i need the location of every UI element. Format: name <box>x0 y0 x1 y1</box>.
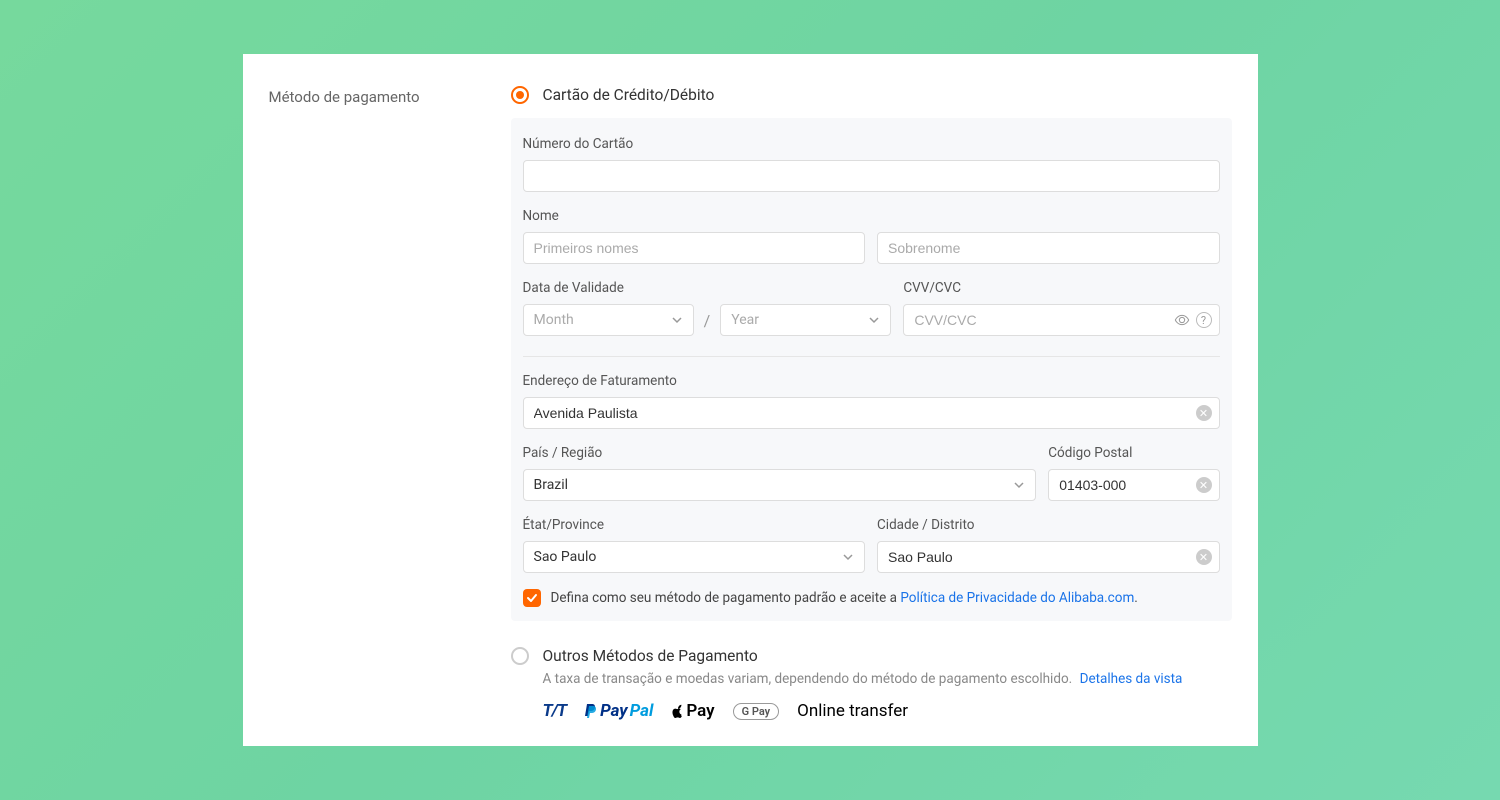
postal-input[interactable] <box>1048 469 1219 501</box>
clear-icon[interactable]: ✕ <box>1196 477 1212 493</box>
city-field: Cidade / Distrito ✕ <box>877 517 1220 573</box>
credit-card-radio-row[interactable]: Cartão de Crédito/Débito <box>511 86 1232 104</box>
country-field: País / Região Brazil <box>523 445 1037 501</box>
name-label: Nome <box>523 208 1220 224</box>
state-field: État/Province Sao Paulo <box>523 517 866 573</box>
cvv-input[interactable] <box>903 304 1219 336</box>
divider <box>523 356 1220 357</box>
first-name-input[interactable] <box>523 232 866 264</box>
clear-icon[interactable]: ✕ <box>1196 549 1212 565</box>
section-title: Método de pagamento <box>269 88 511 106</box>
postal-label: Código Postal <box>1048 445 1219 461</box>
payment-card: Método de pagamento Cartão de Crédito/Dé… <box>243 54 1258 746</box>
state-value: Sao Paulo <box>534 549 597 565</box>
credit-card-form: Número do Cartão Nome Data de Validade M… <box>511 118 1232 621</box>
other-methods-radio-row[interactable]: Outros Métodos de Pagamento <box>511 647 1232 665</box>
year-placeholder: Year <box>731 312 759 328</box>
expiry-label: Data de Validade <box>523 280 892 296</box>
state-select[interactable]: Sao Paulo <box>523 541 866 573</box>
applepay-logo: Pay <box>671 701 714 721</box>
last-name-input[interactable] <box>877 232 1220 264</box>
cvv-label: CVV/CVC <box>903 280 1219 296</box>
city-label: Cidade / Distrito <box>877 517 1220 533</box>
card-number-label: Número do Cartão <box>523 136 1220 152</box>
default-payment-checkbox[interactable] <box>523 589 541 607</box>
eye-icon[interactable] <box>1174 312 1190 328</box>
help-icon[interactable]: ? <box>1196 312 1212 328</box>
paypal-logo: PayPal <box>584 701 653 721</box>
other-methods-radio[interactable] <box>511 647 529 665</box>
billing-label: Endereço de Faturamento <box>523 373 1220 389</box>
expiry-separator: / <box>702 304 713 336</box>
default-payment-row: Defina como seu método de pagamento padr… <box>523 589 1220 607</box>
chevron-down-icon <box>842 551 854 563</box>
cvv-field: CVV/CVC ? <box>903 280 1219 336</box>
name-field: Nome <box>523 208 1220 264</box>
billing-input[interactable] <box>523 397 1220 429</box>
state-label: État/Province <box>523 517 866 533</box>
other-methods-subtitle: A taxa de transação e moedas variam, dep… <box>543 671 1232 687</box>
city-input[interactable] <box>877 541 1220 573</box>
other-methods-section: Outros Métodos de Pagamento A taxa de tr… <box>511 647 1232 721</box>
tt-logo: T/T <box>543 701 567 721</box>
month-placeholder: Month <box>534 312 574 328</box>
other-methods-radio-label: Outros Métodos de Pagamento <box>543 647 758 665</box>
credit-card-radio[interactable] <box>511 86 529 104</box>
privacy-policy-link[interactable]: Política de Privacidade do Alibaba.com <box>900 590 1134 606</box>
card-number-field: Número do Cartão <box>523 136 1220 192</box>
gpay-logo: G Pay <box>733 703 780 720</box>
payment-logos: T/T PayPal Pay G Pay Online transfer <box>543 701 1232 721</box>
billing-field: Endereço de Faturamento ✕ <box>523 373 1220 429</box>
postal-field: Código Postal ✕ <box>1048 445 1219 501</box>
month-select[interactable]: Month <box>523 304 694 336</box>
right-column: Cartão de Crédito/Débito Número do Cartã… <box>511 86 1232 714</box>
credit-card-radio-label: Cartão de Crédito/Débito <box>543 86 715 104</box>
left-column: Método de pagamento <box>269 86 511 714</box>
chevron-down-icon <box>868 314 880 326</box>
country-value: Brazil <box>534 477 569 493</box>
online-transfer-logo: Online transfer <box>797 701 908 721</box>
country-label: País / Região <box>523 445 1037 461</box>
year-select[interactable]: Year <box>720 304 891 336</box>
details-link[interactable]: Detalhes da vista <box>1080 671 1183 687</box>
country-select[interactable]: Brazil <box>523 469 1037 501</box>
expiry-field: Data de Validade Month / Year <box>523 280 892 336</box>
clear-icon[interactable]: ✕ <box>1196 405 1212 421</box>
default-payment-text: Defina como seu método de pagamento padr… <box>551 590 1138 606</box>
card-number-input[interactable] <box>523 160 1220 192</box>
chevron-down-icon <box>1013 479 1025 491</box>
chevron-down-icon <box>671 314 683 326</box>
